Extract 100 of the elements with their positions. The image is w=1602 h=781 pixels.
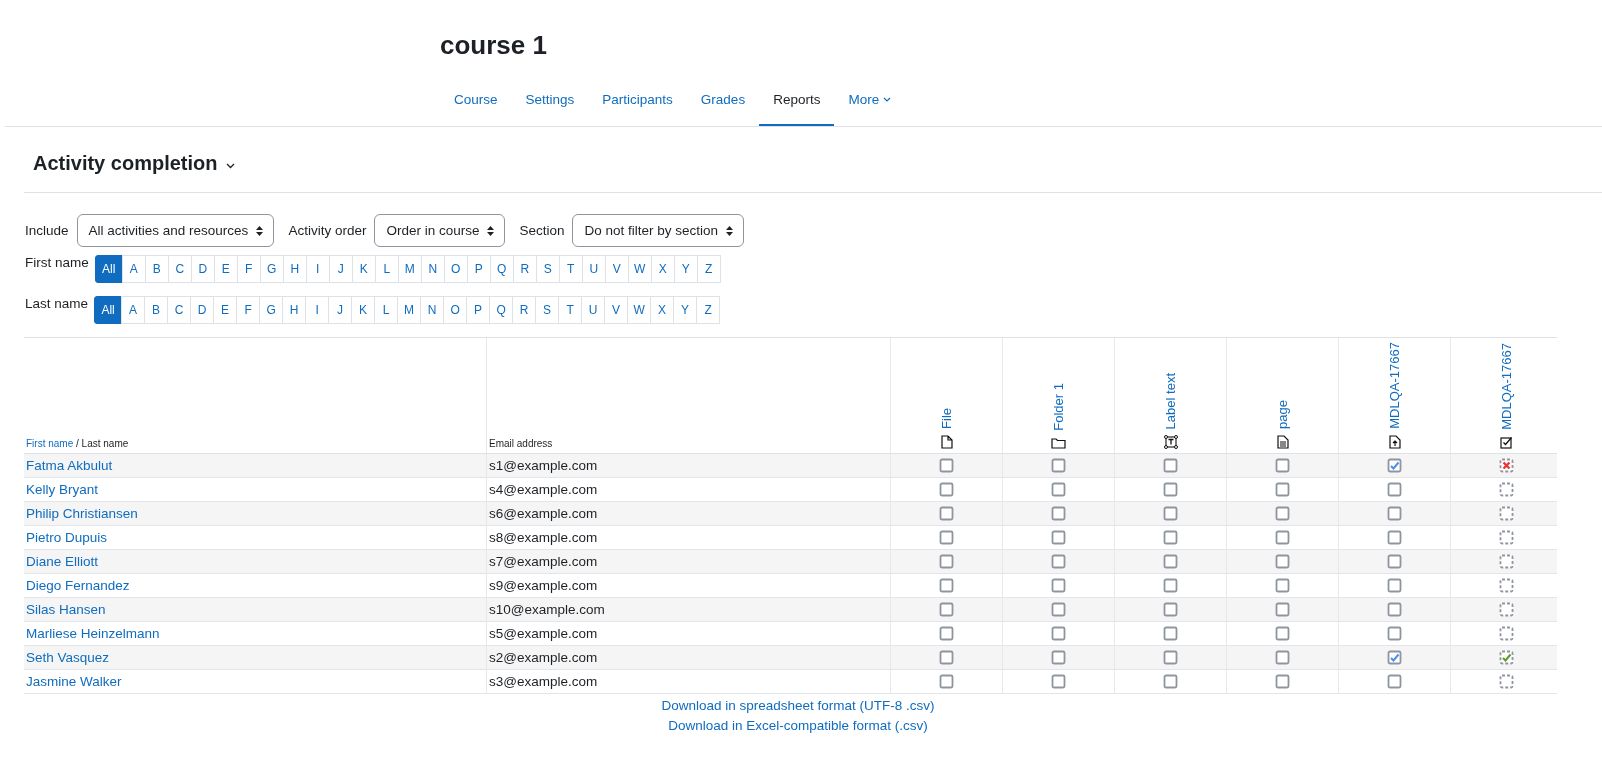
manual-completion-checkbox[interactable] bbox=[1163, 602, 1178, 617]
manual-completion-checkbox[interactable] bbox=[1275, 578, 1290, 593]
initial-letter[interactable]: I bbox=[305, 296, 330, 324]
student-name-link[interactable]: Philip Christiansen bbox=[26, 506, 138, 521]
initial-letter[interactable]: All bbox=[94, 255, 123, 283]
student-name-link[interactable]: Pietro Dupuis bbox=[26, 530, 108, 545]
activity-link[interactable]: page bbox=[1275, 400, 1290, 429]
initial-letter[interactable]: N bbox=[420, 255, 445, 283]
initial-letter[interactable]: D bbox=[190, 255, 215, 283]
manual-completion-checkbox[interactable] bbox=[939, 482, 954, 497]
student-name-link[interactable]: Silas Hansen bbox=[26, 602, 106, 617]
initial-letter[interactable]: S bbox=[535, 296, 560, 324]
manual-completion-checkbox[interactable] bbox=[1387, 506, 1402, 521]
nav-tab[interactable]: Participants bbox=[588, 78, 687, 126]
initial-letter[interactable]: H bbox=[282, 296, 307, 324]
manual-completion-checkbox[interactable] bbox=[939, 530, 954, 545]
initial-letter[interactable]: W bbox=[627, 255, 652, 283]
student-name-link[interactable]: Jasmine Walker bbox=[26, 674, 122, 689]
download-link[interactable]: Download in Excel-compatible format (.csv) bbox=[668, 718, 928, 733]
manual-completion-checkbox[interactable] bbox=[1387, 650, 1402, 665]
initial-letter[interactable]: H bbox=[282, 255, 307, 283]
manual-completion-checkbox[interactable] bbox=[1387, 458, 1402, 473]
manual-completion-checkbox[interactable] bbox=[939, 674, 954, 689]
initial-letter[interactable]: C bbox=[167, 296, 192, 324]
nav-tab[interactable]: Reports bbox=[759, 78, 835, 126]
initial-letter[interactable]: F bbox=[236, 296, 261, 324]
nav-tab[interactable]: More bbox=[834, 78, 906, 126]
initial-letter[interactable]: F bbox=[236, 255, 261, 283]
manual-completion-checkbox[interactable] bbox=[1163, 578, 1178, 593]
manual-completion-checkbox[interactable] bbox=[1387, 578, 1402, 593]
filter-select[interactable]: Order in course bbox=[374, 214, 506, 247]
manual-completion-checkbox[interactable] bbox=[1387, 530, 1402, 545]
student-name-link[interactable]: Seth Vasquez bbox=[26, 650, 110, 665]
manual-completion-checkbox[interactable] bbox=[939, 650, 954, 665]
initial-letter[interactable]: Y bbox=[673, 255, 698, 283]
manual-completion-checkbox[interactable] bbox=[1275, 674, 1290, 689]
manual-completion-checkbox[interactable] bbox=[1051, 482, 1066, 497]
student-name-link[interactable]: Kelly Bryant bbox=[26, 482, 99, 497]
initial-letter[interactable]: K bbox=[351, 296, 376, 324]
initial-letter[interactable]: J bbox=[328, 255, 353, 283]
manual-completion-checkbox[interactable] bbox=[1387, 554, 1402, 569]
manual-completion-checkbox[interactable] bbox=[1163, 482, 1178, 497]
manual-completion-checkbox[interactable] bbox=[1163, 650, 1178, 665]
activity-link[interactable]: MDLQA-17667 bbox=[1387, 342, 1402, 429]
initial-letter[interactable]: O bbox=[443, 255, 468, 283]
manual-completion-checkbox[interactable] bbox=[1163, 506, 1178, 521]
initial-letter[interactable]: G bbox=[259, 255, 284, 283]
student-name-link[interactable]: Fatma Akbulut bbox=[26, 458, 113, 473]
initial-letter[interactable]: I bbox=[305, 255, 330, 283]
nav-tab[interactable]: Grades bbox=[686, 78, 760, 126]
initial-letter[interactable]: B bbox=[144, 296, 169, 324]
initial-letter[interactable]: X bbox=[650, 255, 675, 283]
page-heading[interactable]: Activity completion bbox=[33, 152, 218, 175]
manual-completion-checkbox[interactable] bbox=[1275, 626, 1290, 641]
activity-link[interactable]: Folder 1 bbox=[1051, 383, 1066, 431]
initial-letter[interactable]: V bbox=[604, 255, 629, 283]
manual-completion-checkbox[interactable] bbox=[1163, 674, 1178, 689]
initial-letter[interactable]: R bbox=[512, 296, 537, 324]
manual-completion-checkbox[interactable] bbox=[1275, 554, 1290, 569]
manual-completion-checkbox[interactable] bbox=[1051, 554, 1066, 569]
initial-letter[interactable]: T bbox=[558, 255, 583, 283]
manual-completion-checkbox[interactable] bbox=[1163, 458, 1178, 473]
manual-completion-checkbox[interactable] bbox=[1275, 602, 1290, 617]
manual-completion-checkbox[interactable] bbox=[1051, 674, 1066, 689]
manual-completion-checkbox[interactable] bbox=[1387, 602, 1402, 617]
manual-completion-checkbox[interactable] bbox=[1275, 530, 1290, 545]
initial-letter[interactable]: K bbox=[351, 255, 376, 283]
initial-letter[interactable]: J bbox=[328, 296, 353, 324]
initial-letter[interactable]: C bbox=[167, 255, 192, 283]
initial-letter[interactable]: Y bbox=[673, 296, 698, 324]
initial-letter[interactable]: T bbox=[558, 296, 583, 324]
manual-completion-checkbox[interactable] bbox=[1051, 530, 1066, 545]
initial-letter[interactable]: P bbox=[466, 296, 491, 324]
initial-letter[interactable]: Z bbox=[696, 296, 721, 324]
manual-completion-checkbox[interactable] bbox=[1275, 482, 1290, 497]
student-name-link[interactable]: Diane Elliott bbox=[26, 554, 99, 569]
initial-letter[interactable]: G bbox=[259, 296, 284, 324]
initial-letter[interactable]: O bbox=[443, 296, 468, 324]
initial-letter[interactable]: All bbox=[94, 296, 123, 324]
nav-tab[interactable]: Settings bbox=[511, 78, 589, 126]
initial-letter[interactable]: N bbox=[420, 296, 445, 324]
initial-letter[interactable]: Q bbox=[489, 296, 514, 324]
nav-tab[interactable]: Course bbox=[440, 78, 512, 126]
initial-letter[interactable]: Z bbox=[696, 255, 721, 283]
manual-completion-checkbox[interactable] bbox=[1163, 530, 1178, 545]
initial-letter[interactable]: B bbox=[144, 255, 169, 283]
initial-letter[interactable]: P bbox=[466, 255, 491, 283]
manual-completion-checkbox[interactable] bbox=[1387, 482, 1402, 497]
caret-icon[interactable] bbox=[226, 163, 236, 169]
student-name-link[interactable]: Diego Fernandez bbox=[26, 578, 130, 593]
manual-completion-checkbox[interactable] bbox=[1051, 650, 1066, 665]
initial-letter[interactable]: U bbox=[581, 255, 606, 283]
manual-completion-checkbox[interactable] bbox=[1275, 650, 1290, 665]
activity-link[interactable]: File bbox=[939, 408, 954, 429]
manual-completion-checkbox[interactable] bbox=[1275, 458, 1290, 473]
initial-letter[interactable]: Q bbox=[489, 255, 514, 283]
initial-letter[interactable]: U bbox=[581, 296, 606, 324]
initial-letter[interactable]: S bbox=[535, 255, 560, 283]
initial-letter[interactable]: R bbox=[512, 255, 537, 283]
initial-letter[interactable]: A bbox=[121, 255, 146, 283]
